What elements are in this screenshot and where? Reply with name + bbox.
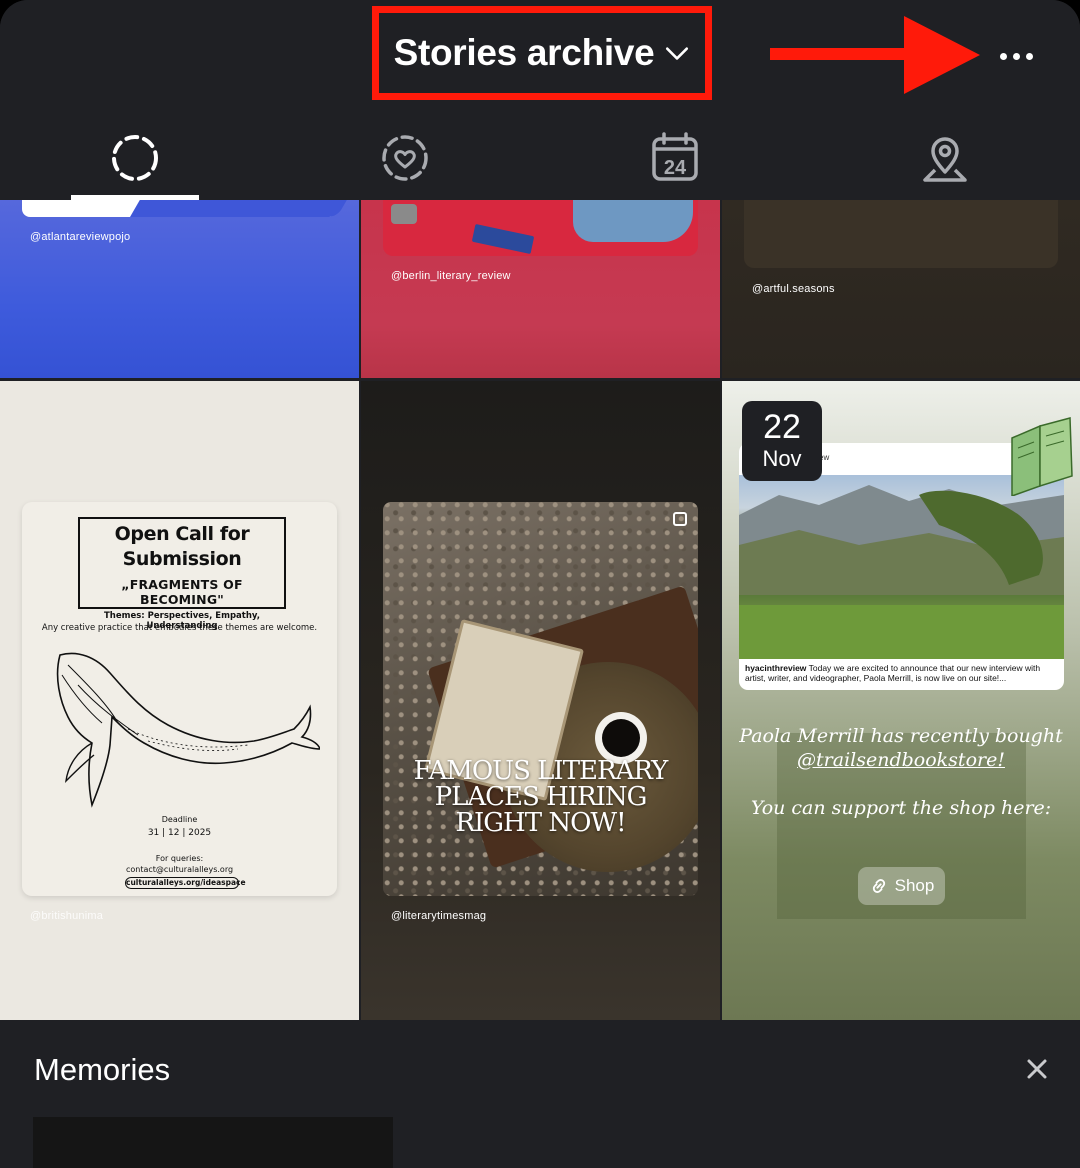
more-dot [1025, 52, 1033, 60]
calendar-24-icon: 24 [652, 132, 698, 181]
active-tab-indicator [71, 195, 199, 200]
story-thumbnail[interactable]: ew hyacinthreview Today we are excited t… [722, 381, 1080, 1020]
contact-email: contact@culturalalleys.org [125, 865, 234, 874]
poster-body: Any creative practice that embodies thes… [41, 623, 318, 633]
can-illustration [391, 204, 417, 224]
link-icon [872, 879, 885, 893]
poster-title-line2: Submission [122, 548, 242, 570]
tab-highlights[interactable] [325, 120, 485, 200]
whale-illustration [56, 652, 320, 808]
headline-line3: RIGHT NOW! [455, 808, 626, 838]
queries-label: For queries: [155, 854, 204, 863]
poster-link: culturalalleys.org/ideaspace [125, 877, 246, 889]
memories-panel: Memories [0, 1020, 1080, 1168]
story-handle: @britishunima [30, 910, 104, 922]
stories-grid: @atlantareviewpojo @berlin_literary_revi… [0, 200, 1080, 1020]
memory-thumbnail[interactable] [33, 1117, 393, 1168]
landscape-photo [739, 475, 1064, 659]
date-day: 22 [763, 408, 801, 446]
chevron-down-icon [666, 47, 689, 60]
more-dot [1012, 52, 1020, 60]
story-handle: @atlantareviewpojo [30, 231, 131, 243]
post-caption: hyacinthreview Today we are excited to a… [745, 663, 1057, 683]
bookstore-mention[interactable]: @trailsendbookstore! [722, 748, 1080, 772]
story-handle: @literarytimesmag [391, 910, 487, 922]
illustration-card [383, 200, 698, 256]
story-thumbnail[interactable]: @artful.seasons [722, 200, 1080, 378]
story-text-line3: You can support the shop here: [750, 797, 1052, 819]
page-title: Stories archive [393, 32, 655, 73]
tab-map[interactable] [865, 120, 1025, 200]
shop-label: Shop [894, 876, 935, 895]
tab-stories[interactable] [55, 120, 215, 200]
shop-link-button[interactable]: Shop [858, 867, 945, 905]
literary-headline: FAMOUS LITERARY PLACES HIRING RIGHT NOW! [383, 758, 698, 836]
story-text: Paola Merrill has recently bought @trail… [722, 724, 1080, 820]
figure-illustration [573, 200, 693, 242]
archive-type-dropdown[interactable]: Stories archive [372, 6, 712, 100]
tab-calendar[interactable]: 24 [595, 120, 755, 200]
story-thumbnail[interactable]: FAMOUS LITERARY PLACES HIRING RIGHT NOW!… [361, 381, 720, 1020]
svg-text:24: 24 [664, 157, 687, 179]
more-options-button[interactable] [994, 36, 1038, 76]
story-thumbnail[interactable]: Open Call for Submission „FRAGMENTS OF B… [0, 381, 359, 1020]
story-thumbnail[interactable]: @berlin_literary_review [361, 200, 720, 378]
close-icon[interactable] [1022, 1054, 1052, 1084]
book-illustration [471, 223, 535, 255]
literary-photo: FAMOUS LITERARY PLACES HIRING RIGHT NOW! [383, 502, 698, 896]
location-pin-icon [923, 137, 967, 182]
dark-photo-card [744, 200, 1058, 268]
memories-title: Memories [34, 1052, 171, 1087]
heart-circle-icon [382, 135, 428, 181]
stories-archive-screen: Stories archive 24 @atlantareviewpojo @b… [0, 0, 1080, 1168]
deadline-date: 31 | 12 | 2025 [147, 828, 212, 838]
annotation-arrow-icon [770, 16, 980, 94]
open-call-poster: Open Call for Submission „FRAGMENTS OF B… [22, 502, 337, 896]
headline-line2: PLACES HIRING [434, 782, 648, 812]
green-book-sticker-icon [1011, 417, 1073, 496]
caption-user: hyacinthreview [745, 663, 807, 673]
more-horizontal-icon [999, 52, 1007, 60]
poster-title-line1: Open Call for [114, 523, 250, 545]
mountain-graphic [739, 485, 1064, 659]
story-card-fragment [130, 200, 347, 217]
date-month: Nov [762, 446, 802, 471]
header: Stories archive 24 [0, 0, 1080, 200]
multi-photo-icon [673, 512, 687, 526]
poster-title-box: Open Call for Submission „FRAGMENTS OF B… [78, 517, 286, 631]
story-text-line1: Paola Merrill has recently bought [739, 725, 1063, 747]
poster-subtitle: „FRAGMENTS OF BECOMING" [121, 577, 243, 607]
story-handle: @artful.seasons [752, 283, 835, 295]
date-badge: 22 Nov [742, 401, 822, 481]
story-thumbnail[interactable]: @atlantareviewpojo [0, 200, 359, 378]
headline-line1: FAMOUS LITERARY [413, 756, 669, 786]
dashed-circle-icon [112, 135, 158, 181]
coffee [602, 719, 640, 757]
story-handle: @berlin_literary_review [391, 270, 511, 282]
deadline-label: Deadline [161, 815, 198, 824]
